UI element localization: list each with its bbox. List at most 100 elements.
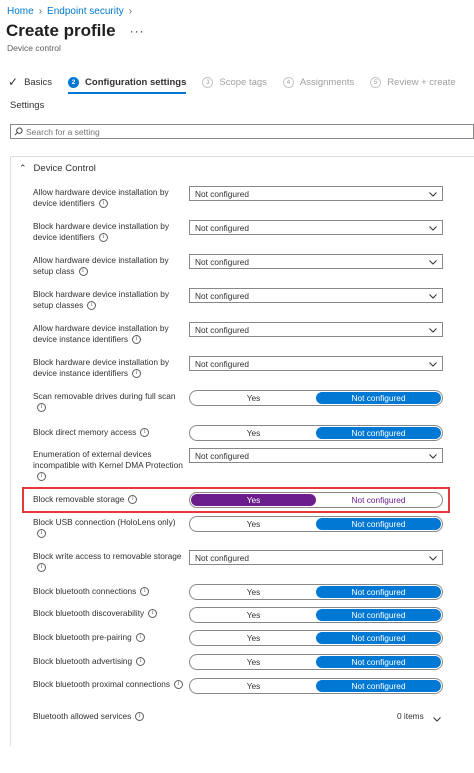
toggle-option-not-configured[interactable]: Not configured <box>316 680 441 692</box>
toggle-option-yes[interactable]: Yes <box>191 586 316 598</box>
info-icon[interactable]: i <box>148 609 158 619</box>
setting-label-text: Block USB connection (HoloLens only) <box>33 517 176 527</box>
setting-toggle[interactable]: Yes Not configured <box>189 390 443 406</box>
info-icon[interactable]: i <box>140 428 150 438</box>
setting-dropdown[interactable]: Not configured <box>189 448 443 463</box>
toggle-option-yes[interactable]: Yes <box>191 518 316 530</box>
breadcrumb: Home › Endpoint security › <box>7 6 132 17</box>
setting-toggle[interactable]: Yes Not configured <box>189 678 443 694</box>
setting-dropdown[interactable]: Not configured <box>189 550 443 565</box>
setting-label-text: Block bluetooth pre-pairing <box>33 632 132 642</box>
setting-dropdown[interactable]: Not configured <box>189 288 443 303</box>
search-input[interactable] <box>26 126 446 137</box>
setting-toggle[interactable]: Yes Not configured <box>189 584 443 600</box>
setting-dropdown[interactable]: Not configured <box>189 254 443 269</box>
toggle-option-yes[interactable]: Yes <box>191 427 316 439</box>
toggle-option-not-configured[interactable]: Not configured <box>316 392 441 404</box>
toggle-option-yes[interactable]: Yes <box>191 392 316 404</box>
info-icon[interactable]: i <box>98 199 108 209</box>
toggle-option-not-configured[interactable]: Not configured <box>316 518 441 530</box>
toggle-option-not-configured[interactable]: Not configured <box>316 586 441 598</box>
search-icon <box>14 127 23 136</box>
highlight-box <box>22 487 450 513</box>
dropdown-value: Not configured <box>195 188 249 199</box>
step-number: 2 <box>68 76 80 88</box>
info-icon[interactable]: i <box>87 301 97 311</box>
dropdown-value: Not configured <box>195 358 249 369</box>
setting-label-block-hardware-device-installation-by-device-instance-identifiers: Block hardware device installation by de… <box>33 357 183 379</box>
toggle-option-not-configured[interactable]: Not configured <box>316 427 441 439</box>
toggle-option-yes[interactable]: Yes <box>191 609 316 621</box>
chevron-down-icon <box>428 223 438 233</box>
setting-toggle[interactable]: Yes Not configured <box>189 516 443 532</box>
setting-label-text: Block bluetooth proximal connections <box>33 679 170 689</box>
info-icon[interactable]: i <box>98 233 108 243</box>
step-scope-tags[interactable]: 3 Scope tags <box>202 76 267 88</box>
section-title: Device Control <box>33 163 96 174</box>
toggle-option-not-configured[interactable]: Not configured <box>316 609 441 621</box>
setting-label-block-hardware-device-installation-by-device-identifiers: Block hardware device installation by de… <box>33 221 183 243</box>
info-icon[interactable]: i <box>37 472 46 482</box>
chevron-up-icon: ⌃ <box>19 163 27 173</box>
setting-label-scan-removable-drives-during-full-scan: Scan removable drives during full scan i <box>33 391 183 413</box>
info-icon[interactable]: i <box>173 680 183 690</box>
info-icon[interactable]: i <box>135 712 145 722</box>
breadcrumb-endpoint-security[interactable]: Endpoint security <box>47 6 124 17</box>
chevron-right-icon: › <box>128 6 133 17</box>
toggle-option-not-configured[interactable]: Not configured <box>316 632 441 644</box>
setting-label-text: Block bluetooth discoverability <box>33 608 145 618</box>
info-icon[interactable]: i <box>37 529 46 539</box>
info-icon[interactable]: i <box>78 267 88 277</box>
page-title: Create profile <box>6 21 116 40</box>
toggle-option-yes[interactable]: Yes <box>191 656 316 668</box>
dropdown-value: Not configured <box>195 450 249 461</box>
setting-label-block-bluetooth-advertising: Block bluetooth advertising i <box>33 656 183 667</box>
setting-dropdown[interactable]: Not configured <box>189 322 443 337</box>
more-options-icon[interactable]: ··· <box>130 24 145 38</box>
breadcrumb-home[interactable]: Home <box>7 6 34 17</box>
setting-dropdown[interactable]: Not configured <box>189 186 443 201</box>
info-icon[interactable]: i <box>37 403 46 413</box>
setting-label-text: Block write access to removable storage <box>33 551 182 561</box>
toggle-option-not-configured[interactable]: Not configured <box>316 656 441 668</box>
setting-label-block-hardware-device-installation-by-setup-classes: Block hardware device installation by se… <box>33 289 183 311</box>
info-icon[interactable]: i <box>132 369 142 379</box>
setting-label-block-usb-connection-hololens-only: Block USB connection (HoloLens only) i <box>33 517 183 539</box>
step-configuration-settings[interactable]: 2 Configuration settings <box>68 76 187 94</box>
setting-toggle[interactable]: Yes Not configured <box>189 654 443 670</box>
setting-label-text: Enumeration of external devices incompat… <box>33 449 183 470</box>
setting-label-text: Block direct memory access <box>33 427 137 437</box>
setting-dropdown[interactable]: Not configured <box>189 356 443 371</box>
step-number: 4 <box>282 76 294 88</box>
dropdown-value: Not configured <box>195 290 249 301</box>
setting-label-text: Bluetooth allowed services <box>33 711 132 721</box>
section-header-device-control[interactable]: ⌃ Device Control <box>19 163 96 174</box>
info-icon[interactable]: i <box>140 587 150 597</box>
items-count[interactable]: 0 items <box>397 711 424 721</box>
chevron-down-icon <box>428 325 438 335</box>
dropdown-value: Not configured <box>195 222 249 233</box>
dropdown-value: Not configured <box>195 324 249 335</box>
toggle-option-yes[interactable]: Yes <box>191 680 316 692</box>
step-number: 3 <box>202 76 214 88</box>
setting-label-text: Block bluetooth connections <box>33 586 137 596</box>
info-icon[interactable]: i <box>37 563 46 573</box>
info-icon[interactable]: i <box>132 335 142 345</box>
setting-toggle[interactable]: Yes Not configured <box>189 630 443 646</box>
info-icon[interactable]: i <box>135 633 145 643</box>
step-basics[interactable]: ✓ Basics <box>8 75 52 89</box>
settings-heading: Settings <box>10 100 45 111</box>
setting-label-block-bluetooth-connections: Block bluetooth connections i <box>33 586 183 597</box>
page-subtitle: Device control <box>7 43 61 53</box>
step-review-create[interactable]: 5 Review + create <box>370 76 456 88</box>
toggle-option-yes[interactable]: Yes <box>191 632 316 644</box>
step-label: Assignments <box>299 76 355 88</box>
chevron-down-icon[interactable] <box>432 711 442 722</box>
setting-toggle[interactable]: Yes Not configured <box>189 607 443 623</box>
setting-toggle[interactable]: Yes Not configured <box>189 425 443 441</box>
step-assignments[interactable]: 4 Assignments <box>282 76 355 88</box>
setting-dropdown[interactable]: Not configured <box>189 220 443 235</box>
chevron-down-icon <box>428 451 438 461</box>
info-icon[interactable]: i <box>136 657 146 667</box>
setting-label-block-write-access-to-removable-storage: Block write access to removable storage i <box>33 551 183 573</box>
